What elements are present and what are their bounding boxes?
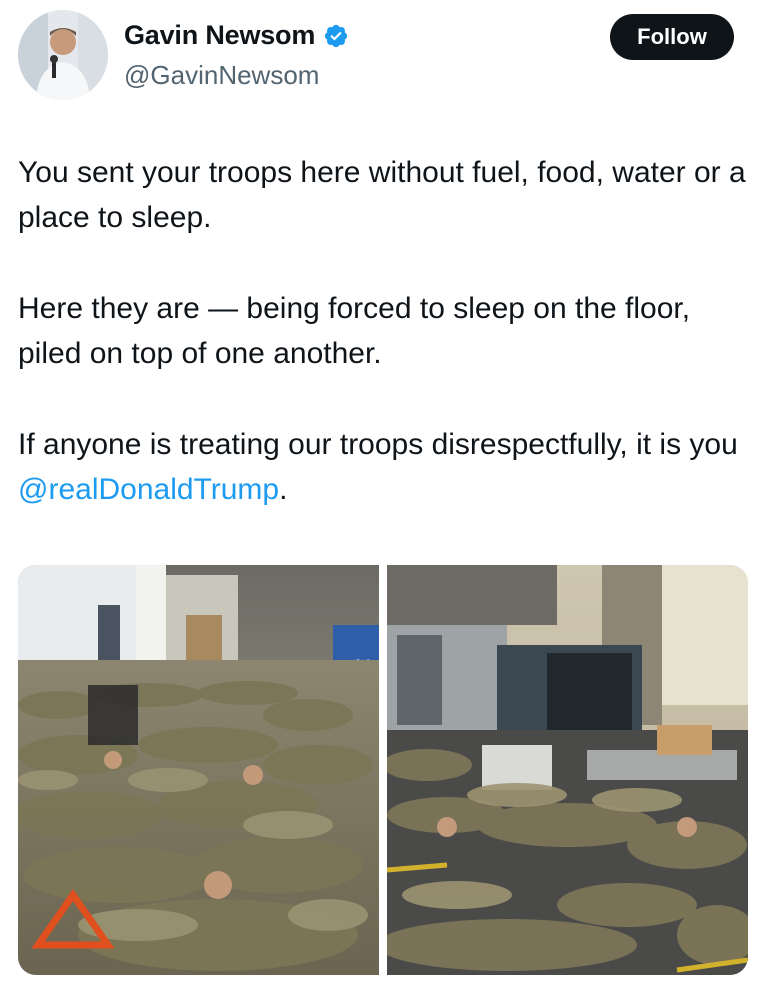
avatar[interactable] <box>18 10 108 100</box>
photo-2[interactable] <box>387 565 748 975</box>
follow-button[interactable]: Follow <box>610 14 734 60</box>
tweet-paragraph-3: If anyone is treating our troops disresp… <box>18 422 748 512</box>
media-grid: N <box>18 565 748 975</box>
verified-badge-icon <box>325 24 348 47</box>
tweet-header: Gavin Newsom @GavinNewsom Follow <box>0 0 765 110</box>
tweet-paragraph-2: Here they are — being forced to sleep on… <box>18 292 691 370</box>
tweet-text: You sent your troops here without fuel, … <box>18 150 748 512</box>
tweet-paragraph-1: You sent your troops here without fuel, … <box>18 156 746 234</box>
tweet-paragraph-3-end: . <box>279 473 288 506</box>
mention-link[interactable]: @realDonaldTrump <box>18 473 279 506</box>
photo-1[interactable]: N <box>18 565 379 975</box>
handle[interactable]: @GavinNewsom <box>124 60 319 91</box>
name-row: Gavin Newsom <box>124 20 349 51</box>
tweet-paragraph-3-text: If anyone is treating our troops disresp… <box>18 428 738 461</box>
display-name[interactable]: Gavin Newsom <box>124 20 315 51</box>
